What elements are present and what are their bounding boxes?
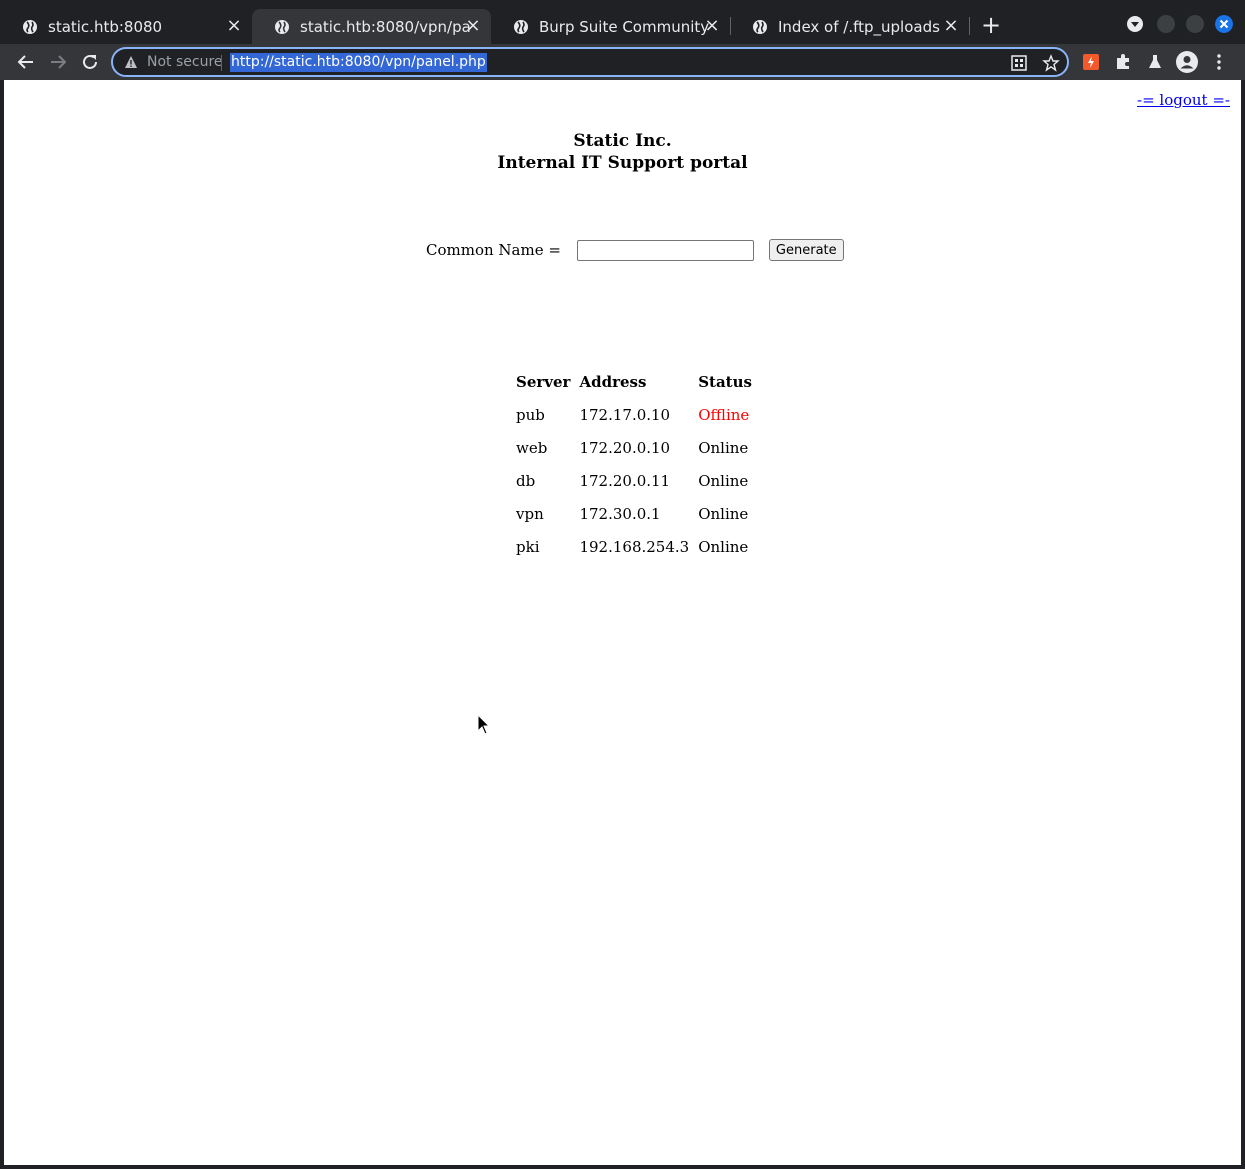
tab-title: Burp Suite Community Edition [539,17,711,36]
generate-button[interactable]: Generate [768,239,844,261]
header-server: Server [516,372,571,391]
tab-1[interactable]: static.htb:8080 × [0,9,252,44]
bookmark-star-icon[interactable] [1042,54,1060,72]
server-address: 192.168.254.3 [579,537,690,556]
status-online: Online [698,471,749,490]
tab-strip: static.htb:8080 × static.htb:8080/vpn/pa… [0,0,1245,44]
portal-title: Internal IT Support portal [497,153,748,173]
tab-3[interactable]: Burp Suite Community Edition × [491,9,730,44]
server-status-table: Server Address Status pub 172.17.0.10 Of… [514,364,761,564]
reload-icon[interactable] [78,50,102,74]
tab-title: static.htb:8080/vpn/panel.php [300,17,472,36]
status-online: Online [698,438,749,457]
address-bar[interactable]: Not secure http://static.htb:8080/vpn/pa… [111,47,1069,77]
extension-icon[interactable] [1081,52,1101,72]
tab-search-icon[interactable] [1126,15,1144,33]
new-tab-button[interactable]: + [979,13,1003,38]
tab-separator [969,17,970,35]
company-name: Static Inc. [573,131,672,151]
tab-4[interactable]: Index of /.ftp_uploads × [730,9,969,44]
common-name-input[interactable] [576,239,754,261]
server-address: 172.17.0.10 [579,405,671,424]
common-name-form: Common Name = Generate [426,238,844,262]
server-name: vpn [516,504,544,523]
common-name-label: Common Name = [426,241,561,259]
tab-title: static.htb:8080 [48,17,163,36]
security-label[interactable]: Not secure [147,54,223,70]
minimize-button[interactable] [1157,15,1175,33]
server-name: web [516,438,548,457]
server-address: 172.30.0.1 [579,504,661,523]
server-address: 172.20.0.10 [579,438,671,457]
close-icon[interactable]: × [465,17,481,35]
table-row: web 172.20.0.10 Online [516,432,759,463]
close-icon[interactable]: × [943,17,959,35]
server-address: 172.20.0.11 [579,471,671,490]
table-row: vpn 172.30.0.1 Online [516,498,759,529]
globe-icon [753,19,767,34]
server-name: db [516,471,536,490]
server-name: pub [516,405,545,424]
globe-icon [514,19,528,34]
mouse-cursor-icon [477,714,491,735]
menu-dots-icon[interactable] [1209,52,1229,72]
table-row: pub 172.17.0.10 Offline [516,399,759,430]
table-row: pki 192.168.254.3 Online [516,531,759,562]
page-viewport: -= logout =- Static Inc. Internal IT Sup… [4,80,1241,1165]
status-offline: Offline [698,405,750,424]
maximize-button[interactable] [1186,15,1204,33]
table-row: db 172.20.0.11 Online [516,465,759,496]
warning-icon[interactable] [124,55,138,69]
globe-icon [23,19,37,34]
close-icon[interactable]: × [226,17,242,35]
header-status: Status [698,372,752,391]
profile-avatar-icon[interactable] [1176,51,1198,73]
tab-2[interactable]: static.htb:8080/vpn/panel.php × [252,9,491,44]
status-online: Online [698,537,749,556]
page-heading: Static Inc. Internal IT Support portal [4,130,1241,174]
globe-icon [275,19,289,34]
browser-toolbar: Not secure http://static.htb:8080/vpn/pa… [0,44,1245,80]
url-text[interactable]: http://static.htb:8080/vpn/panel.php [230,53,487,72]
puzzle-icon[interactable] [1113,52,1133,72]
server-name: pki [516,537,540,556]
status-online: Online [698,504,749,523]
back-arrow-icon[interactable] [14,50,38,74]
table-header-row: Server Address Status [516,366,759,397]
close-icon[interactable]: × [704,17,720,35]
forward-arrow-icon[interactable] [46,50,70,74]
flask-icon[interactable] [1145,52,1165,72]
logout-link[interactable]: -= logout =- [1137,91,1230,109]
close-window-icon[interactable] [1215,15,1233,33]
tab-title: Index of /.ftp_uploads [778,17,940,36]
header-address: Address [579,372,647,391]
omnibox-divider [221,55,222,71]
qr-code-icon[interactable] [1010,54,1028,72]
